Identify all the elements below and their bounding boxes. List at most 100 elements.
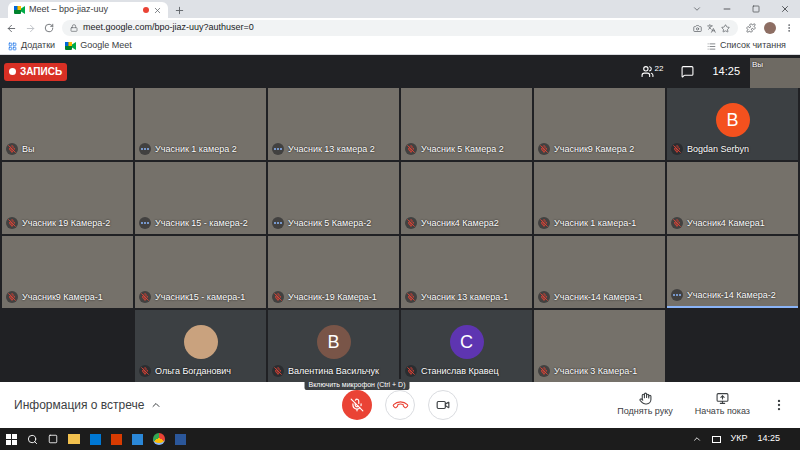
maximize-icon[interactable] — [752, 5, 760, 13]
lock-icon — [70, 24, 78, 32]
bookmark[interactable]: Google Meet — [65, 39, 132, 53]
camera-in-use-icon[interactable] — [693, 24, 702, 33]
word-app-icon[interactable] — [175, 434, 186, 445]
mic-muted-icon — [6, 217, 18, 229]
more-options-icon[interactable] — [772, 398, 786, 412]
participant-tile[interactable]: Учасник 15 - камера-2 — [135, 162, 266, 234]
profile-icon[interactable] — [764, 22, 776, 34]
participant-name: Учасник 19 Камера-2 — [22, 218, 110, 229]
participant-name: Учасник 15 - камера-2 — [155, 218, 248, 229]
speaking-indicator-icon — [671, 289, 683, 301]
store-app-icon[interactable] — [90, 434, 101, 445]
tab-title: Meet – bpo-jiaz-uuy — [29, 3, 139, 17]
participant-photo — [184, 325, 218, 359]
apps-icon — [8, 42, 17, 51]
task-view-icon[interactable] — [48, 434, 58, 444]
meet-clock: 14:25 — [712, 63, 740, 80]
participant-name: Учасник 13 камера 2 — [288, 144, 375, 155]
mic-muted-icon — [405, 365, 417, 377]
participant-tile[interactable]: ССтанислав Кравец — [401, 310, 532, 382]
participant-name: Учасник-19 Камера-1 — [288, 292, 377, 303]
self-view[interactable]: Вы — [750, 58, 800, 88]
mic-muted-icon — [139, 365, 151, 377]
new-tab-icon[interactable] — [174, 5, 185, 16]
participant-tile[interactable]: Учасник 3 Камера-1 — [534, 310, 665, 382]
grid-row: ВыУчасник 1 камера 2 Учасник 13 камера 2 У… — [0, 88, 800, 160]
participant-tile[interactable]: Учасник-14 Камера-1 — [534, 236, 665, 308]
tray-expand-icon[interactable] — [692, 434, 702, 444]
bookmark-star-icon[interactable] — [721, 24, 730, 33]
present-button[interactable]: Начать показ — [695, 392, 750, 419]
mic-muted-icon — [139, 291, 151, 303]
explorer-app-icon[interactable] — [68, 434, 80, 444]
participant-name: Учасник 3 Камера-1 — [554, 366, 637, 377]
participants-button[interactable]: 22 — [641, 65, 664, 78]
participant-tile[interactable]: Учасник 5 Камера 2 — [401, 88, 532, 160]
language-indicator[interactable]: УКР — [731, 432, 748, 446]
address-bar[interactable]: meet.google.com/bpo-jiaz-uuy?authuser=0 — [62, 20, 738, 36]
hangup-button[interactable] — [385, 390, 415, 420]
tab-search-icon[interactable] — [692, 4, 702, 14]
participant-tile[interactable]: Учасник-19 Камера-1 — [268, 236, 399, 308]
chat-icon[interactable] — [681, 65, 694, 78]
reading-list[interactable]: Список читання — [707, 39, 792, 53]
close-window-icon[interactable] — [780, 4, 790, 14]
participant-tile[interactable]: Учасник 5 Камера-2 — [268, 162, 399, 234]
speaking-indicator-icon — [272, 217, 284, 229]
participant-name: Учасник 5 Камера-2 — [288, 218, 371, 229]
participant-tile[interactable]: Учасник-14 Камера-2 — [667, 236, 798, 308]
mic-muted-icon — [405, 291, 417, 303]
forward-icon[interactable] — [25, 23, 36, 34]
meeting-info-button[interactable]: Информация о встрече — [14, 396, 144, 414]
translate-icon[interactable] — [707, 24, 716, 33]
extensions-icon[interactable] — [746, 23, 756, 33]
back-icon[interactable] — [6, 23, 17, 34]
participant-tile[interactable]: Ольга Богданович — [135, 310, 266, 382]
url: meet.google.com/bpo-jiaz-uuy?authuser=0 — [83, 21, 688, 35]
participant-name: Учасник9 Камера 2 — [554, 144, 634, 155]
people-icon — [641, 65, 654, 78]
reading-list-icon — [707, 42, 716, 51]
participant-tile[interactable]: Учасник 19 Камера-2 — [2, 162, 133, 234]
chevron-up-icon[interactable] — [150, 399, 162, 411]
reload-icon[interactable] — [44, 23, 54, 33]
camera-button[interactable] — [428, 390, 458, 420]
chrome-app-icon[interactable] — [153, 433, 165, 445]
search-icon[interactable] — [27, 434, 38, 445]
participant-tile[interactable]: Учасник 1 камера-1 — [534, 162, 665, 234]
close-tab-icon[interactable] — [153, 6, 162, 15]
tab-strip: Meet – bpo-jiaz-uuy — [0, 0, 800, 18]
mic-muted-icon — [671, 143, 683, 155]
participant-tile[interactable]: Учасник9 Камера 2 — [534, 88, 665, 160]
participant-tile[interactable]: Учасник 1 камера 2 — [135, 88, 266, 160]
participant-tile[interactable]: ВВалентина Васильчук — [268, 310, 399, 382]
minimize-icon[interactable] — [722, 4, 732, 14]
windows-start-icon[interactable] — [6, 434, 17, 445]
taskbar-clock[interactable]: 14:25 — [757, 432, 794, 446]
participant-tile[interactable]: Учасник4 Камера1 — [667, 162, 798, 234]
participant-tile[interactable]: Вы — [2, 88, 133, 160]
participant-tile[interactable]: Учасник 13 камера 2 — [268, 88, 399, 160]
mic-off-icon — [350, 398, 364, 412]
mic-muted-icon — [405, 143, 417, 155]
speaking-indicator-icon — [272, 143, 284, 155]
participant-grid: ВыУчасник 1 камера 2 Учасник 13 камера 2 У… — [0, 88, 800, 382]
mic-button[interactable] — [342, 390, 372, 420]
hand-icon — [639, 392, 652, 405]
bookmark[interactable]: Додатки — [8, 39, 55, 53]
participant-tile[interactable]: Учасник4 Камера2 — [401, 162, 532, 234]
raise-hand-button[interactable]: Поднять руку — [617, 392, 673, 419]
control-bar: Информация о встречеВключить микрофон (C… — [0, 382, 800, 428]
participant-name: Учасник-14 Камера-1 — [554, 292, 643, 303]
mic-muted-icon — [538, 217, 550, 229]
participant-tile[interactable]: BBogdan Serbyn — [667, 88, 798, 160]
mail-app-icon[interactable] — [132, 434, 143, 445]
office-app-icon[interactable] — [111, 434, 122, 445]
participant-tile[interactable]: Учасник15 - камера-1 — [135, 236, 266, 308]
network-icon[interactable] — [712, 436, 721, 443]
browser-tab[interactable]: Meet – bpo-jiaz-uuy — [8, 2, 168, 18]
browser-menu-icon[interactable] — [784, 23, 794, 33]
participant-tile[interactable]: Учасник 13 камера-1 — [401, 236, 532, 308]
participant-name: Bogdan Serbyn — [687, 144, 749, 155]
participant-tile[interactable]: Учасник9 Камера-1 — [2, 236, 133, 308]
